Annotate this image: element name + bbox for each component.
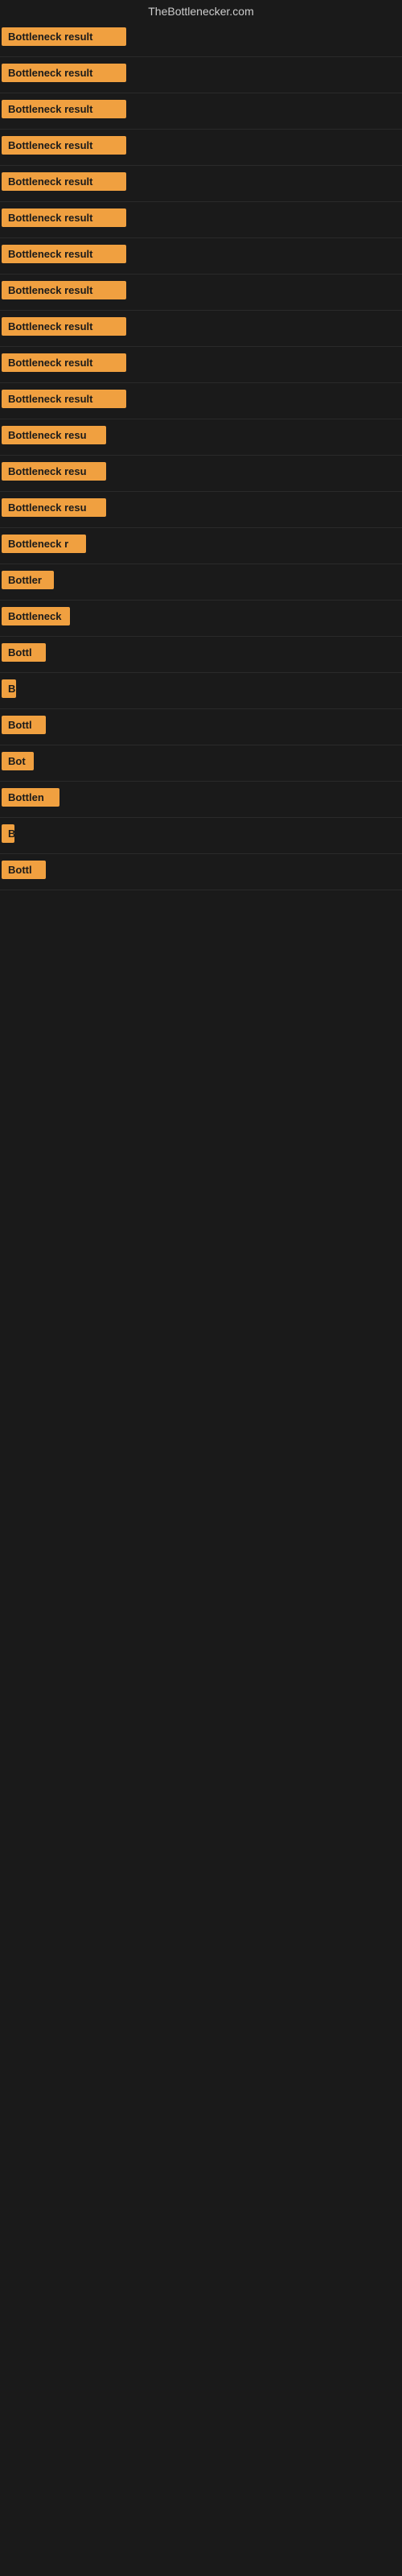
- bottleneck-result-badge[interactable]: Bottleneck resu: [2, 426, 106, 444]
- list-item: Bottleneck result: [0, 93, 402, 130]
- list-item: B: [0, 673, 402, 709]
- list-item: Bottleneck result: [0, 311, 402, 347]
- bottleneck-result-badge[interactable]: Bottleneck result: [2, 100, 126, 118]
- list-item: Bottleneck result: [0, 383, 402, 419]
- list-item: Bottlen: [0, 782, 402, 818]
- bottleneck-result-badge[interactable]: Bottleneck result: [2, 390, 126, 408]
- bottleneck-result-badge[interactable]: Bot: [2, 752, 34, 770]
- list-item: Bottleneck result: [0, 166, 402, 202]
- list-item: Bottleneck result: [0, 275, 402, 311]
- list-item: Bottl: [0, 637, 402, 673]
- bottleneck-result-badge[interactable]: Bottleneck r: [2, 535, 86, 553]
- bottleneck-result-badge[interactable]: Bottlen: [2, 788, 59, 807]
- bottleneck-result-badge[interactable]: Bottleneck result: [2, 317, 126, 336]
- rows-container: Bottleneck result Bottleneck result Bottle…: [0, 21, 402, 890]
- bottleneck-result-badge[interactable]: Bottleneck result: [2, 208, 126, 227]
- list-item: Bottleneck resu: [0, 456, 402, 492]
- list-item: Bot: [0, 745, 402, 782]
- bottleneck-result-badge[interactable]: Bottl: [2, 643, 46, 662]
- list-item: B: [0, 818, 402, 854]
- bottleneck-result-badge[interactable]: Bottleneck resu: [2, 462, 106, 481]
- list-item: Bottleneck: [0, 601, 402, 637]
- list-item: Bottleneck r: [0, 528, 402, 564]
- list-item: Bottleneck resu: [0, 492, 402, 528]
- list-item: Bottleneck result: [0, 347, 402, 383]
- bottleneck-result-badge[interactable]: Bottl: [2, 716, 46, 734]
- bottleneck-result-badge[interactable]: Bottleneck resu: [2, 498, 106, 517]
- bottleneck-result-badge[interactable]: Bottleneck result: [2, 353, 126, 372]
- list-item: Bottleneck result: [0, 202, 402, 238]
- bottleneck-result-badge[interactable]: Bottleneck result: [2, 136, 126, 155]
- list-item: Bottleneck resu: [0, 419, 402, 456]
- list-item: Bottl: [0, 709, 402, 745]
- site-title: TheBottlenecker.com: [0, 0, 402, 21]
- bottleneck-result-badge[interactable]: Bottler: [2, 571, 54, 589]
- list-item: Bottl: [0, 854, 402, 890]
- bottleneck-result-badge[interactable]: B: [2, 824, 14, 843]
- list-item: Bottleneck result: [0, 57, 402, 93]
- bottleneck-result-badge[interactable]: Bottl: [2, 861, 46, 879]
- list-item: Bottleneck result: [0, 21, 402, 57]
- bottleneck-result-badge[interactable]: Bottleneck: [2, 607, 70, 625]
- bottleneck-result-badge[interactable]: Bottleneck result: [2, 281, 126, 299]
- bottleneck-result-badge[interactable]: Bottleneck result: [2, 172, 126, 191]
- bottleneck-result-badge[interactable]: Bottleneck result: [2, 245, 126, 263]
- bottleneck-result-badge[interactable]: B: [2, 679, 16, 698]
- list-item: Bottleneck result: [0, 130, 402, 166]
- list-item: Bottleneck result: [0, 238, 402, 275]
- bottleneck-result-badge[interactable]: Bottleneck result: [2, 27, 126, 46]
- list-item: Bottler: [0, 564, 402, 601]
- bottleneck-result-badge[interactable]: Bottleneck result: [2, 64, 126, 82]
